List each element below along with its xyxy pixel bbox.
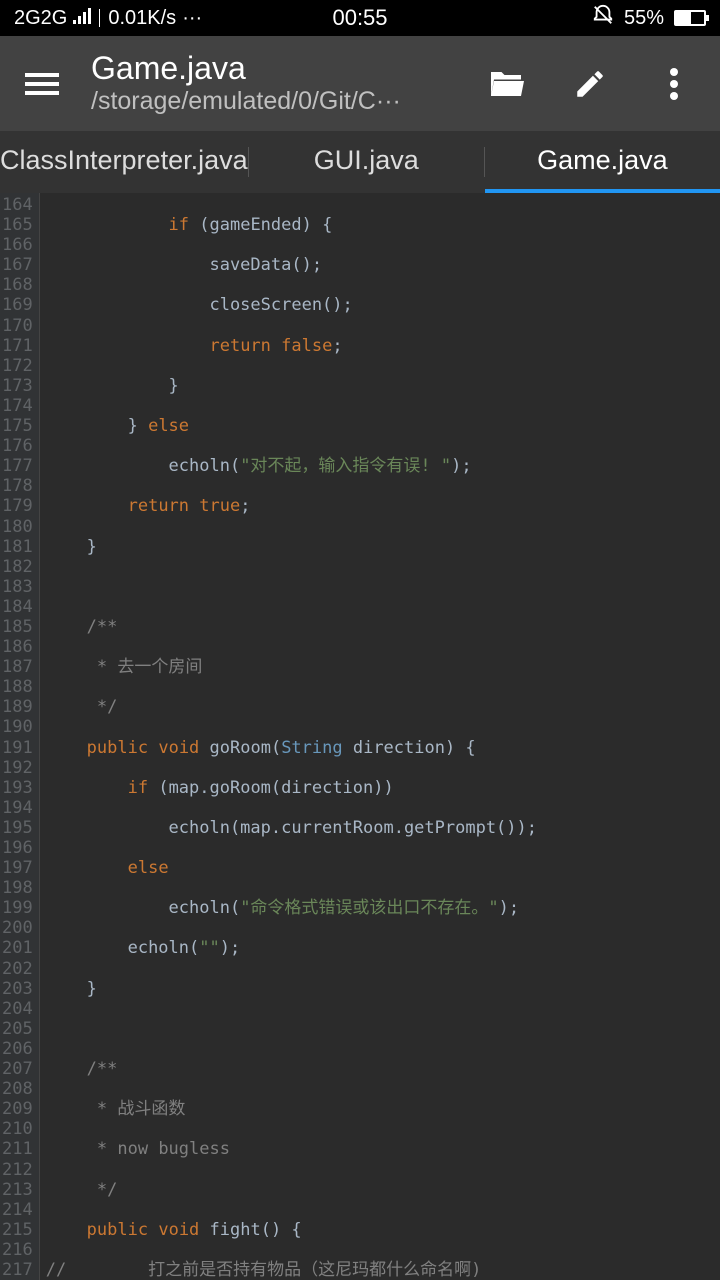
status-bar: 2G2G 0.01K/s ··· 00:55 55%: [0, 0, 720, 36]
tab-gui[interactable]: GUI.java: [249, 131, 484, 193]
more-dots: ···: [182, 7, 202, 30]
signal-icon: [73, 7, 91, 30]
title-group[interactable]: Game.java /storage/emulated/0/Git/C···: [91, 51, 488, 115]
code-editor[interactable]: 1641651661671681691701711721731741751761…: [0, 193, 720, 1280]
tab-game[interactable]: Game.java: [485, 131, 720, 193]
edit-button[interactable]: [572, 66, 608, 102]
data-speed: 0.01K/s: [108, 7, 176, 30]
menu-button[interactable]: [25, 68, 59, 100]
app-bar: Game.java /storage/emulated/0/Git/C···: [0, 36, 720, 131]
network-type: 2G2G: [14, 7, 67, 30]
clock: 00:55: [332, 5, 387, 31]
battery-icon: [674, 10, 706, 26]
file-path: /storage/emulated/0/Git/C···: [91, 87, 488, 116]
overflow-menu-button[interactable]: [656, 66, 692, 102]
tab-bar: ClassInterpreter.java GUI.java Game.java: [0, 131, 720, 193]
folder-open-button[interactable]: [488, 66, 524, 102]
line-gutter: 1641651661671681691701711721731741751761…: [0, 193, 40, 1280]
alarm-off-icon: [592, 4, 614, 32]
code-area[interactable]: if (gameEnded) { saveData(); closeScreen…: [40, 193, 720, 1280]
battery-percent: 55%: [624, 7, 664, 30]
tab-classinterpreter[interactable]: ClassInterpreter.java: [0, 131, 248, 193]
file-title: Game.java: [91, 51, 488, 86]
